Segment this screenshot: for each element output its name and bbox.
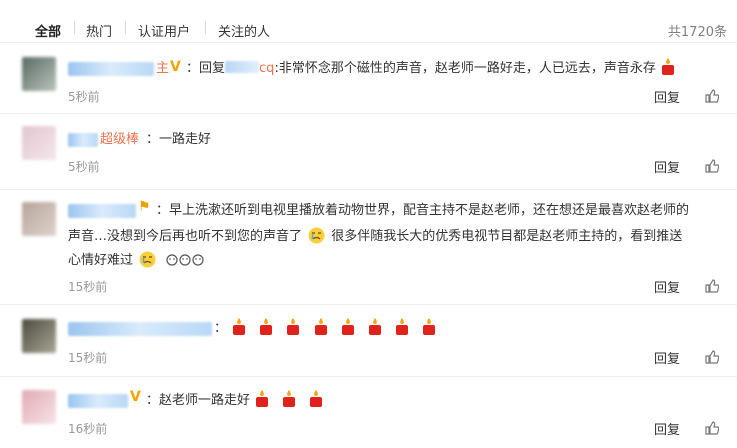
like-thumbs-up-icon[interactable] bbox=[705, 159, 719, 173]
username-suffix[interactable]: 主 bbox=[156, 61, 169, 76]
username-suffix[interactable]: 超级棒 bbox=[100, 127, 139, 152]
tab-hot[interactable]: 热门 bbox=[86, 21, 112, 40]
comment-timestamp: 15秒前 bbox=[68, 351, 108, 365]
tab-divider bbox=[125, 21, 126, 34]
tab-following[interactable]: 关注的人 bbox=[218, 21, 270, 40]
like-thumbs-up-icon[interactable] bbox=[705, 421, 719, 435]
avatar[interactable] bbox=[22, 390, 56, 424]
reply-button[interactable]: 回复 bbox=[654, 348, 680, 367]
comment-text: ：回复 cq:非常怀念那个磁性的声音，赵老师一路好走，人已远去，声音永存 bbox=[186, 56, 726, 81]
comment-timestamp: 15秒前 bbox=[68, 280, 108, 294]
vip-badge-icon: ⚑ bbox=[138, 199, 151, 215]
comment-body: ：赵老师一路走好 bbox=[146, 388, 331, 413]
avatar[interactable] bbox=[22, 126, 56, 160]
candle-icon bbox=[368, 318, 381, 335]
comment-body: :非常怀念那个磁性的声音，赵老师一路好走，人已远去，声音永存 bbox=[274, 61, 656, 76]
reply-target-suffix[interactable]: cq bbox=[259, 61, 274, 76]
comment-body: ： bbox=[214, 316, 444, 341]
candle-icon bbox=[287, 318, 300, 335]
reply-prefix: 回复 bbox=[199, 61, 226, 76]
reply-button[interactable]: 回复 bbox=[654, 157, 680, 176]
username-blurred[interactable] bbox=[68, 322, 212, 336]
tab-verified-users[interactable]: 认证用户 bbox=[138, 21, 190, 40]
vip-badge-icon: V bbox=[130, 389, 141, 405]
avatar[interactable] bbox=[22, 202, 56, 236]
reply-button[interactable]: 回复 bbox=[654, 277, 680, 296]
vip-badge-icon: V bbox=[170, 59, 181, 75]
candle-icon bbox=[423, 318, 436, 335]
candle-icon bbox=[341, 318, 354, 335]
comment-filter-tabs: 全部 热门 认证用户 关注的人 共1720条 bbox=[0, 0, 737, 43]
candle-icon bbox=[233, 318, 246, 335]
candle-icon bbox=[396, 318, 408, 335]
candle-icon bbox=[314, 318, 327, 335]
username-blurred[interactable] bbox=[68, 394, 128, 408]
username-blurred[interactable] bbox=[68, 204, 136, 218]
candle-icon bbox=[260, 318, 273, 335]
tab-all[interactable]: 全部 bbox=[35, 21, 61, 40]
comment-timestamp: 16秒前 bbox=[68, 422, 108, 436]
comment-item: 超级棒 ：一路走好 5秒前 回复 bbox=[0, 114, 737, 190]
comment-timestamp: 5秒前 bbox=[68, 90, 100, 104]
username-blurred[interactable] bbox=[68, 133, 98, 147]
reply-target-blurred[interactable] bbox=[225, 61, 260, 73]
comment-body-line3: 心情好难过 bbox=[68, 248, 206, 273]
comment-body-line1: ：早上洗漱还听到电视里播放着动物世界，配音主持不是赵老师，还在想还是最喜欢赵老师… bbox=[156, 203, 690, 218]
crying-face-icon bbox=[308, 227, 325, 244]
tab-divider bbox=[205, 21, 206, 34]
comment-item: V ：赵老师一路走好 16秒前 回复 bbox=[0, 377, 737, 448]
candle-icon bbox=[256, 390, 269, 407]
username-blurred[interactable] bbox=[68, 62, 154, 76]
like-thumbs-up-icon[interactable] bbox=[705, 279, 719, 293]
comment-body-line2: 声音…没想到今后再也听不到您的声音了 很多伴随我长大的优秀电视节目都是赵老师主持… bbox=[68, 227, 683, 244]
tab-divider bbox=[74, 21, 75, 34]
comment-item: 主 V ：回复 cq:非常怀念那个磁性的声音，赵老师一路好走，人已远去，声音永存 … bbox=[0, 44, 737, 114]
avatar[interactable] bbox=[22, 319, 56, 353]
candle-icon bbox=[283, 390, 296, 407]
comment-body: ：一路走好 bbox=[146, 132, 212, 147]
avatar[interactable] bbox=[22, 57, 56, 91]
candle-icon bbox=[661, 58, 674, 75]
comment-total-count: 共1720条 bbox=[667, 25, 727, 40]
comment-item: ⚑ ：早上洗漱还听到电视里播放着动物世界，配音主持不是赵老师，还在想还是最喜欢赵… bbox=[0, 190, 737, 305]
crying-group-icon bbox=[166, 254, 204, 266]
reply-button[interactable]: 回复 bbox=[654, 419, 680, 438]
crying-face-icon bbox=[139, 251, 156, 268]
comment-timestamp: 5秒前 bbox=[68, 160, 100, 174]
like-thumbs-up-icon[interactable] bbox=[705, 350, 719, 364]
comment-item: ： 15秒前 回复 bbox=[0, 305, 737, 377]
like-thumbs-up-icon[interactable] bbox=[705, 89, 719, 103]
candle-icon bbox=[310, 390, 323, 407]
reply-button[interactable]: 回复 bbox=[654, 87, 680, 106]
